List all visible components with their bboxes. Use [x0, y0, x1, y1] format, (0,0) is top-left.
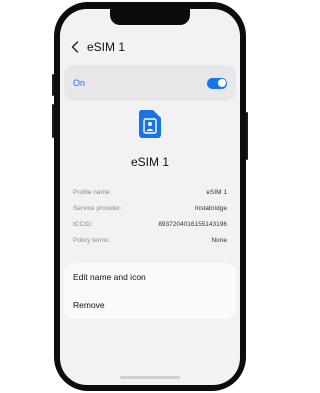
phone-side-button [246, 112, 248, 160]
phone-side-button [52, 104, 54, 138]
detail-label: Policy terms: [73, 237, 111, 244]
esim-toggle-switch[interactable] [207, 77, 227, 89]
detail-value: None [211, 237, 227, 244]
actions-card: Edit name and icon Remove [64, 263, 236, 319]
page-title: eSIM 1 [87, 40, 126, 54]
detail-value: Instabridge [194, 205, 227, 212]
esim-toggle-row[interactable]: On [64, 65, 236, 101]
detail-label: Profile name: [73, 189, 112, 196]
phone-side-button [52, 74, 54, 96]
edit-name-and-icon-button[interactable]: Edit name and icon [64, 263, 236, 291]
sim-name: eSIM 1 [130, 155, 169, 169]
sim-card-person-icon [138, 109, 162, 139]
toggle-label: On [73, 78, 86, 88]
home-indicator [120, 376, 180, 379]
remove-button[interactable]: Remove [64, 291, 236, 319]
detail-row-iccid: ICCID: 8937204016155143196 [73, 217, 227, 233]
detail-row-profile-name: Profile name: eSIM 1 [73, 185, 227, 201]
detail-label: Service provider: [73, 205, 122, 212]
detail-label: ICCID: [73, 221, 93, 228]
notch [110, 9, 190, 25]
app-bar: eSIM 1 [60, 35, 240, 59]
detail-value: 8937204016155143196 [158, 221, 227, 228]
sim-details: Profile name: eSIM 1 Service provider: I… [73, 185, 227, 249]
phone-screen: eSIM 1 On eSIM 1 Profile name: eSIM 1 Se… [60, 9, 240, 385]
detail-value: eSIM 1 [206, 189, 227, 196]
detail-row-service-provider: Service provider: Instabridge [73, 201, 227, 217]
toggle-knob [217, 79, 226, 87]
detail-row-policy-terms: Policy terms: None [73, 233, 227, 249]
back-arrow-icon[interactable] [71, 40, 81, 54]
